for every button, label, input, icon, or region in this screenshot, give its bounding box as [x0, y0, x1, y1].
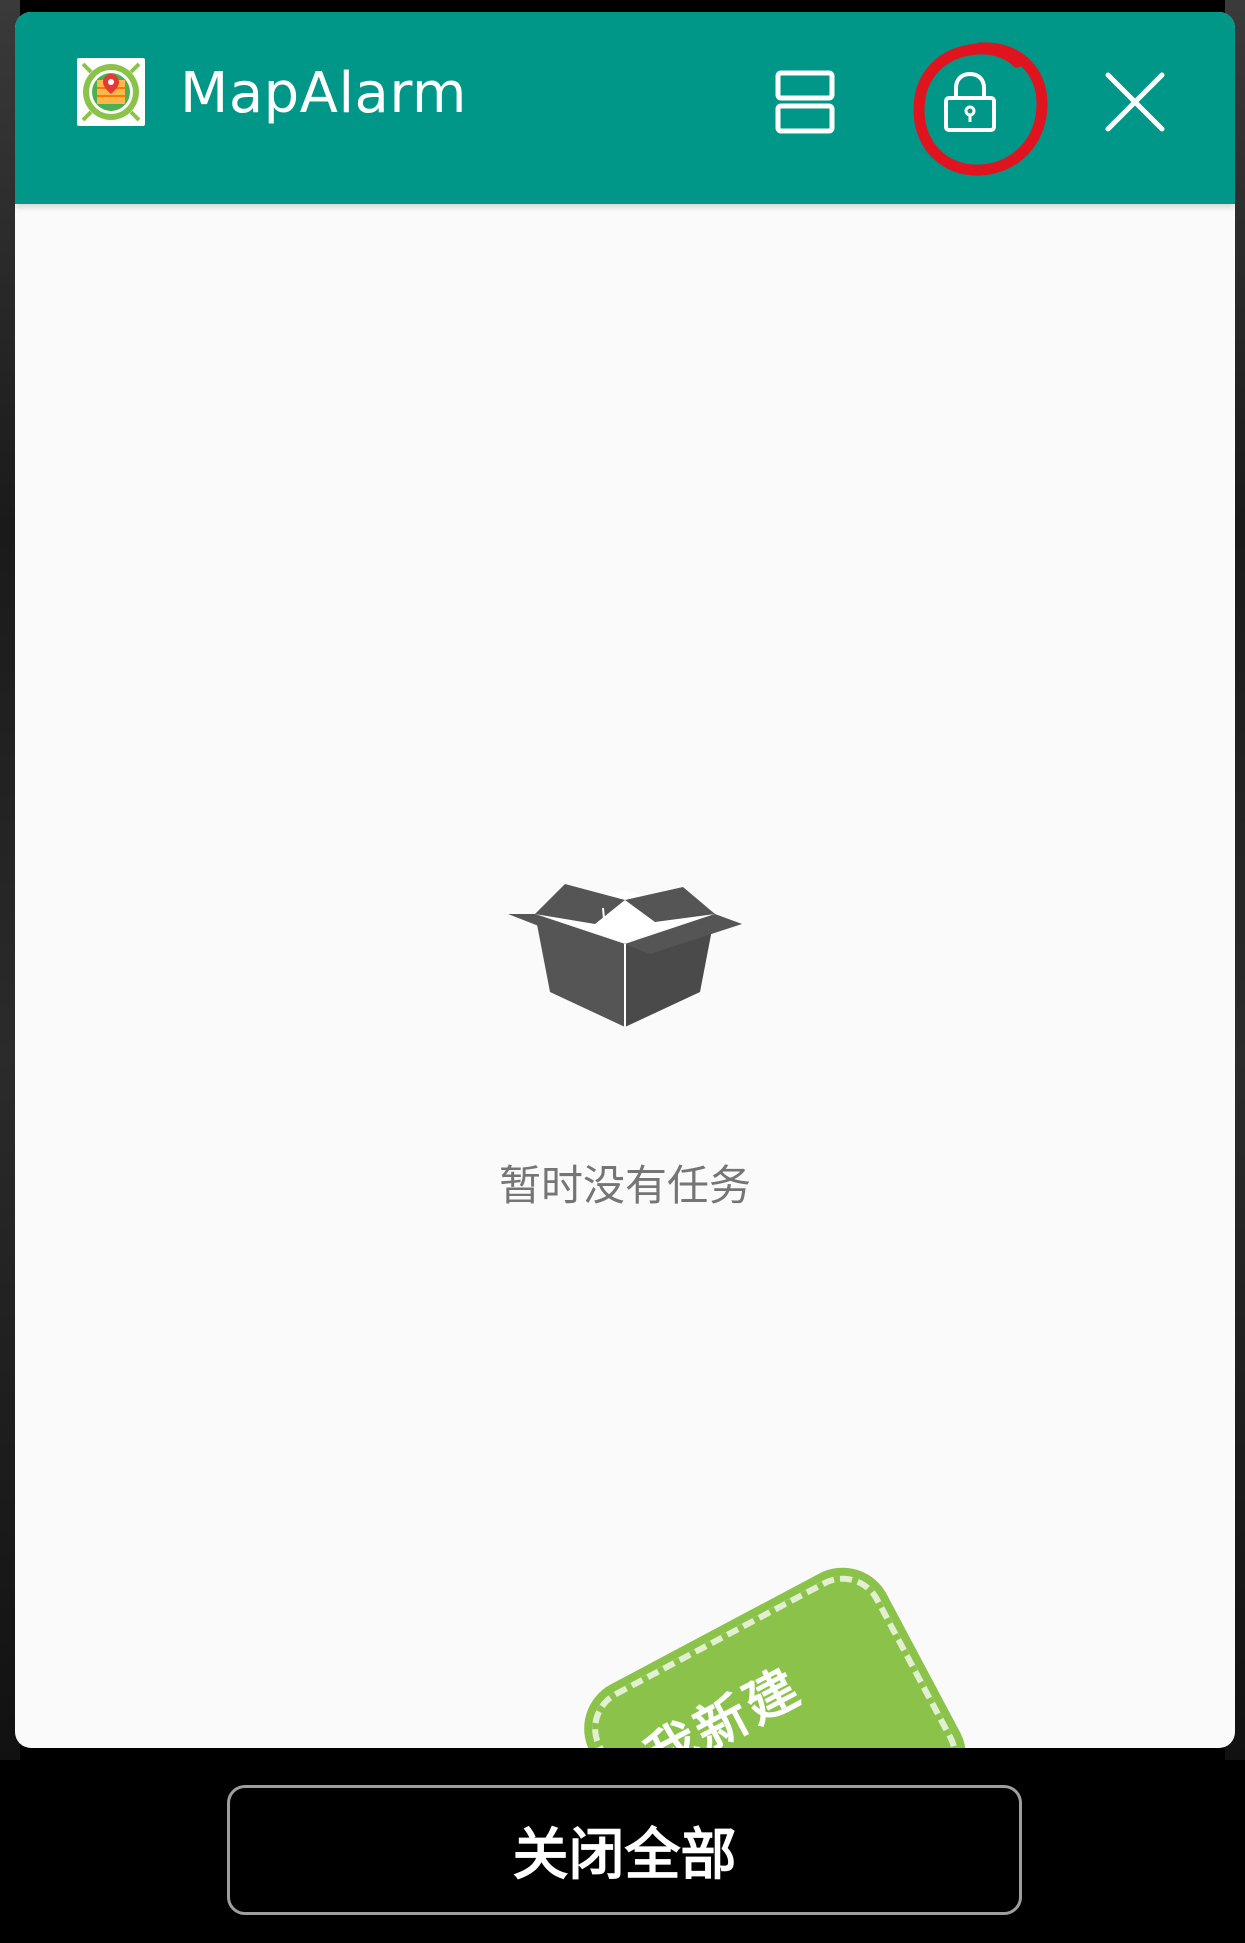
new-task-badge[interactable]: 我新建 — [567, 1548, 983, 1748]
split-window-icon — [775, 70, 835, 134]
close-window-button[interactable] — [1085, 52, 1185, 152]
app-title: MapAlarm — [180, 61, 467, 126]
close-all-button[interactable]: 关闭全部 — [227, 1785, 1022, 1915]
red-circle-highlight — [913, 42, 1048, 176]
empty-state-message: 暂时没有任务 — [498, 1161, 751, 1210]
floating-window: MapAlarm 暂时没有任务 我新建 — [15, 12, 1235, 1748]
split-window-button[interactable] — [755, 52, 855, 152]
window-titlebar: MapAlarm — [15, 12, 1235, 204]
empty-state — [15, 882, 1235, 1036]
map-alarm-app-icon — [77, 58, 145, 126]
close-icon — [1105, 72, 1165, 132]
open-box-icon — [508, 884, 742, 1027]
